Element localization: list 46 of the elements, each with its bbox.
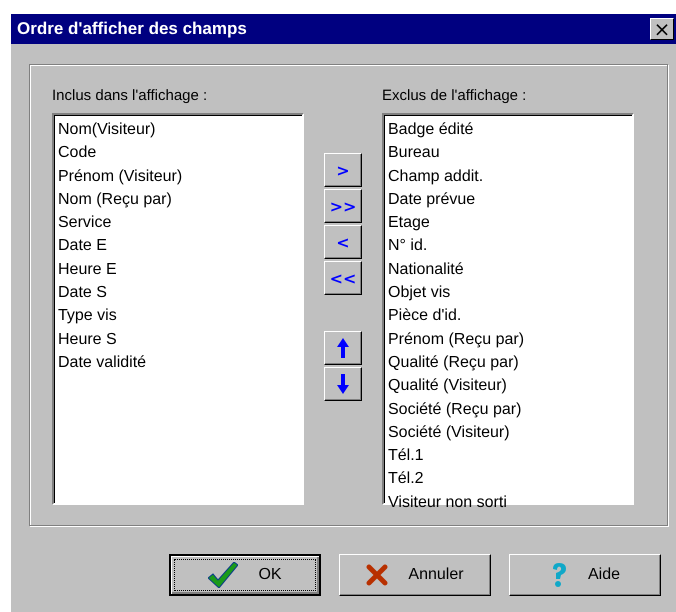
list-item[interactable]: Heure S <box>58 328 298 351</box>
move-button[interactable]: < <box>324 225 362 259</box>
list-item[interactable]: Pièce d'id. <box>388 304 628 328</box>
list-item[interactable]: Société (Visiteur) <box>388 420 628 444</box>
list-label: Exclus de l'affichage : <box>382 87 528 106</box>
move-button[interactable]: >> <box>324 189 362 223</box>
list-item[interactable]: Qualité (Reçu par) <box>388 350 628 374</box>
cross-icon <box>366 564 388 586</box>
list-item[interactable]: Prénom (Visiteur) <box>58 164 298 188</box>
list-item[interactable]: Nationalité <box>388 258 628 282</box>
list-item[interactable]: Qualité (Visiteur) <box>388 374 628 398</box>
list-item[interactable]: Nom (Reçu par) <box>58 188 298 212</box>
list-item[interactable]: Type vis <box>58 304 298 328</box>
list-item[interactable]: Date S <box>58 281 298 304</box>
checkmark-icon <box>208 562 238 588</box>
list-item[interactable]: Date validité <box>58 350 298 374</box>
list-item[interactable]: Etage <box>388 211 628 234</box>
list-label: Inclus dans l'affichage : <box>52 87 208 106</box>
help-button[interactable]: Aide <box>509 554 661 596</box>
move-button[interactable]: > <box>324 153 362 187</box>
up-arrow-icon <box>337 338 349 358</box>
list-item[interactable]: Badge édité <box>388 118 628 142</box>
list-item[interactable]: Service <box>58 211 298 234</box>
list-item[interactable]: Date prévue <box>388 188 628 212</box>
ok-button[interactable]: OK <box>169 554 321 596</box>
move-up-button[interactable] <box>324 331 362 365</box>
list-item[interactable]: N° id. <box>388 234 628 258</box>
list-item[interactable]: Prénom (Reçu par) <box>388 328 628 351</box>
list-item[interactable]: Date E <box>58 234 298 258</box>
list-item[interactable]: Nom(Visiteur) <box>58 118 298 142</box>
included-list[interactable]: Nom(Visiteur) Code Prénom (Visiteur) Nom (Reçu par) Service Date E Heure E Date S Type vis Heure S Date validité <box>52 113 304 505</box>
list-item[interactable]: Bureau <box>388 141 628 165</box>
list-item[interactable]: Société (Reçu par) <box>388 398 628 421</box>
move-button[interactable]: << <box>324 261 362 295</box>
list-item[interactable]: Tél.1 <box>388 444 628 468</box>
list-item[interactable]: Code <box>58 141 298 165</box>
down-arrow-icon <box>337 374 349 394</box>
list-item[interactable]: Champ addit. <box>388 164 628 188</box>
close-button[interactable]: × <box>650 18 674 40</box>
list-item[interactable]: Visiteur non sorti <box>388 490 628 514</box>
list-item[interactable]: Tél.2 <box>388 467 628 491</box>
list-item[interactable]: Objet vis <box>388 281 628 304</box>
list-item[interactable]: Heure E <box>58 258 298 282</box>
move-down-button[interactable] <box>324 367 362 401</box>
cancel-button[interactable]: Annuler <box>339 554 491 596</box>
window-title: Ordre d'afficher des champs <box>17 19 247 39</box>
